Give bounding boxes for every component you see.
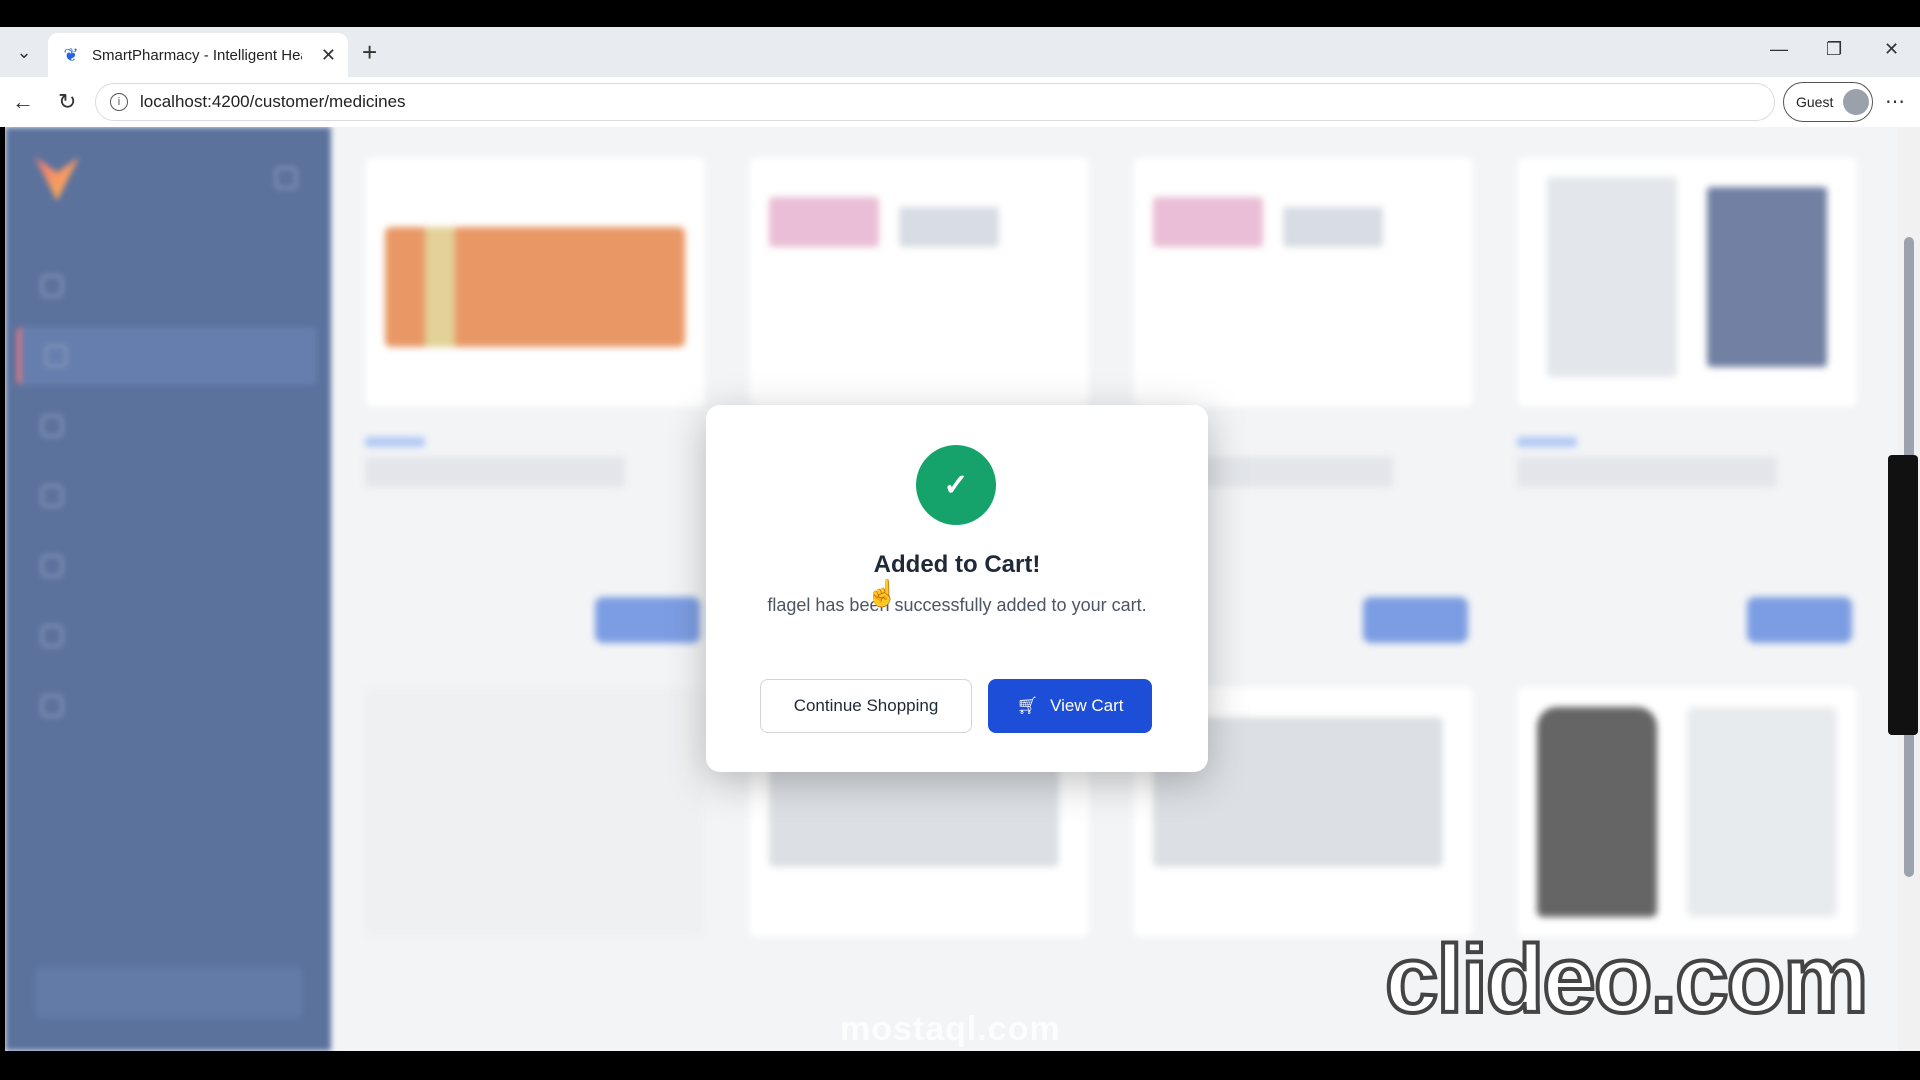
url-text: localhost:4200/customer/medicines (140, 92, 406, 111)
mouse-pointer-icon: ☝ (866, 578, 899, 608)
browser-toolbar: ← ↻ i localhost:4200/customer/medicines … (0, 77, 1920, 127)
profile-label: Guest (1796, 94, 1834, 110)
page-viewport: ✓ Added to Cart! flagel has been success… (5, 127, 1898, 1051)
site-info-icon[interactable]: i (110, 93, 128, 111)
more-menu-icon[interactable]: ⋯ (1885, 89, 1905, 114)
screen-bottom-bar (0, 1051, 1920, 1080)
close-window-icon[interactable]: ✕ (1884, 39, 1899, 60)
tab-title: SmartPharmacy - Intelligent Healt (92, 46, 302, 64)
clideo-watermark: clideo.com (1383, 924, 1870, 1035)
mostaql-watermark: mostaql.com (840, 1010, 1061, 1048)
reload-icon[interactable]: ↻ (58, 89, 76, 115)
screen: ⌄ ❦ SmartPharmacy - Intelligent Healt ✕ … (0, 0, 1920, 1080)
restore-icon[interactable]: ❐ (1826, 39, 1842, 60)
dialog-title: Added to Cart! (873, 551, 1041, 578)
browser-tab-strip: ⌄ ❦ SmartPharmacy - Intelligent Healt ✕ … (0, 27, 1920, 77)
dialog-message: flagel has been successfully added to yo… (767, 595, 1147, 615)
view-cart-label: View Cart (1050, 696, 1124, 715)
avatar-icon (1843, 89, 1870, 115)
success-check-icon: ✓ (916, 445, 996, 525)
view-cart-button[interactable]: 🛒︎ View Cart (988, 679, 1152, 733)
new-tab-plus-icon[interactable]: + (362, 37, 377, 68)
continue-shopping-label: Continue Shopping (793, 696, 939, 715)
browser-tab-active[interactable]: ❦ SmartPharmacy - Intelligent Healt ✕ (48, 33, 348, 77)
cart-icon: 🛒︎ (1016, 696, 1039, 715)
close-tab-icon[interactable]: ✕ (321, 45, 336, 66)
profile-button[interactable]: Guest (1783, 82, 1873, 122)
pharmacy-favicon-icon: ❦ (63, 44, 79, 65)
address-bar[interactable]: i localhost:4200/customer/medicines (95, 83, 1775, 121)
back-arrow-icon[interactable]: ← (12, 89, 34, 115)
continue-shopping-button[interactable]: Continue Shopping (760, 679, 972, 733)
tab-search-chevron-icon[interactable]: ⌄ (8, 36, 40, 68)
recorder-toolbar (1888, 455, 1918, 735)
added-to-cart-dialog: ✓ Added to Cart! flagel has been success… (706, 405, 1208, 772)
minimize-icon[interactable]: — (1770, 39, 1788, 60)
